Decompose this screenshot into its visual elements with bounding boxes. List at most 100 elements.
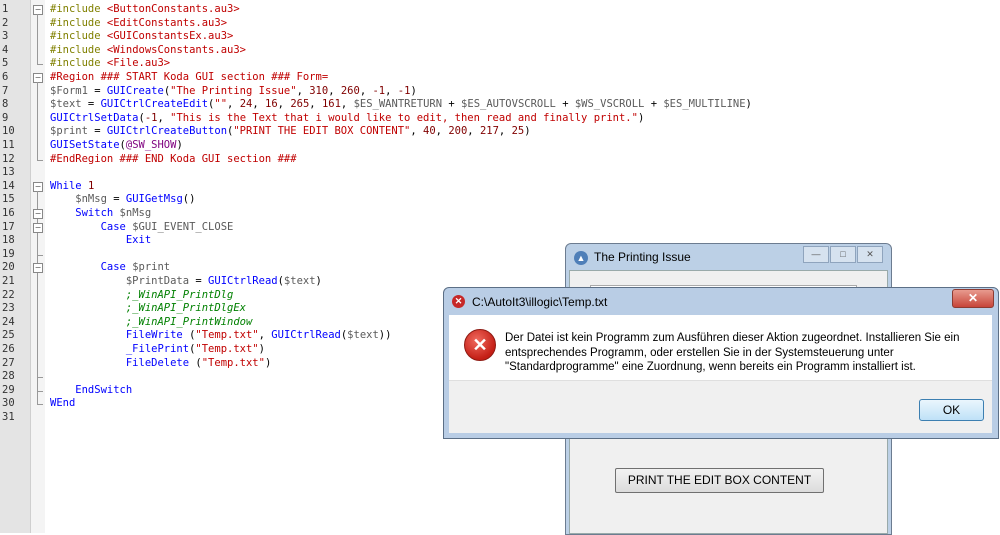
code-token: ,: [498, 125, 512, 138]
fold-toggle-icon[interactable]: −: [33, 222, 43, 233]
fold-toggle-icon[interactable]: −: [33, 209, 43, 219]
code-line[interactable]: EndSwitch: [50, 384, 132, 398]
code-line[interactable]: Switch $nMsg: [50, 207, 151, 221]
code-line[interactable]: #include <EditConstants.au3>: [50, 17, 227, 31]
print-button[interactable]: PRINT THE EDIT BOX CONTENT: [615, 468, 824, 493]
code-line[interactable]: $PrintData = GUICtrlRead($text): [50, 275, 322, 289]
line-number: 8: [2, 98, 9, 111]
code-token: @SW_SHOW: [125, 139, 177, 151]
code-token: "The Printing Issue": [170, 84, 297, 97]
code-token: $print: [50, 125, 88, 138]
code-line[interactable]: FileWrite ("Temp.txt", GUICtrlRead($text…: [50, 329, 392, 343]
code-token: $text: [283, 275, 316, 287]
line-number-gutter: 1 2 3 4 5 6 7 8 9 10 11 12 13 14 15 16 17 18 19 20 21 22 23 24 2…: [0, 0, 31, 533]
code-token: ;_WinAPI_PrintDlg: [50, 288, 234, 301]
line-number: 23: [2, 302, 15, 315]
line-number: 28: [2, 370, 15, 383]
line-number: 10: [2, 125, 15, 138]
code-token: GUISetState: [50, 139, 120, 151]
close-icon[interactable]: ✕: [857, 246, 883, 263]
code-line[interactable]: #Region ### START Koda GUI section ### F…: [50, 71, 328, 85]
code-line[interactable]: $nMsg = GUIGetMsg(): [50, 193, 195, 207]
code-token: "": [214, 98, 228, 111]
line-number: 24: [2, 315, 15, 328]
fold-end-mark: [37, 64, 43, 66]
fold-toggle-icon[interactable]: −: [33, 263, 43, 274]
line-number: 16: [2, 207, 15, 219]
line-number: 20: [2, 261, 15, 274]
fold-toggle-icon[interactable]: −: [33, 181, 43, 192]
code-token: GUICreate: [106, 84, 164, 97]
code-token: GUIGetMsg: [125, 193, 183, 206]
maximize-icon[interactable]: □: [830, 246, 856, 263]
code-line[interactable]: $text = GUICtrlCreateEdit("", 24, 16, 26…: [50, 98, 752, 112]
code-token: ,: [296, 84, 310, 97]
line-number: 6: [2, 71, 9, 83]
line-number: 31: [2, 411, 15, 423]
ok-button[interactable]: OK: [919, 399, 984, 421]
code-token: FileDelete: [50, 356, 190, 369]
code-token: ,: [157, 111, 171, 124]
fold-margin[interactable]: − − − − − −: [31, 0, 45, 533]
code-line[interactable]: Exit: [50, 234, 151, 248]
error-dialog[interactable]: ✕ C:\AutoIt3\illogic\Temp.txt ✕ ✕ Der Da…: [443, 287, 999, 439]
code-line[interactable]: #include <GUIConstantsEx.au3>: [50, 30, 233, 44]
code-token: #include: [50, 30, 107, 43]
code-token: $ES_MULTILINE: [663, 98, 746, 111]
code-token: ,: [258, 329, 272, 342]
code-token: "This is the Text that i would like to e…: [170, 111, 638, 124]
code-line[interactable]: #include <ButtonConstants.au3>: [50, 3, 240, 17]
code-line[interactable]: #include <WindowsConstants.au3>: [50, 44, 246, 58]
code-token: ,: [252, 98, 265, 111]
code-token: #include: [50, 57, 107, 70]
code-token: #EndRegion ### END Koda GUI section ###: [50, 152, 297, 165]
code-token: ;_WinAPI_PrintWindow: [50, 315, 253, 328]
code-token: 265: [290, 98, 310, 111]
code-line[interactable]: _FilePrint("Temp.txt"): [50, 343, 265, 357]
code-token: GUICtrlCreateEdit: [100, 98, 209, 111]
code-line[interactable]: ;_WinAPI_PrintDlgEx: [50, 302, 246, 316]
code-token: 40: [423, 125, 436, 138]
code-token: ): [176, 139, 183, 151]
line-number: 1: [2, 3, 9, 15]
code-line[interactable]: Case $GUI_EVENT_CLOSE: [50, 221, 234, 235]
code-token: ): [524, 125, 531, 138]
code-token: $text: [347, 329, 379, 342]
code-line[interactable]: ;_WinAPI_PrintWindow: [50, 316, 252, 330]
code-line[interactable]: ;_WinAPI_PrintDlg: [50, 289, 233, 303]
line-number: 15: [2, 193, 15, 206]
code-token: $PrintData: [50, 275, 190, 287]
code-token: #include: [50, 43, 107, 56]
code-token: $ES_WANTRETURN: [353, 98, 443, 111]
code-token: $print: [132, 261, 171, 274]
code-token: $nMsg: [50, 193, 107, 206]
code-token: $ES_AUTOVSCROLL: [461, 98, 556, 111]
code-token: ,: [359, 84, 373, 97]
code-line[interactable]: Case $print: [50, 261, 171, 275]
code-line[interactable]: $Form1 = GUICreate("The Printing Issue",…: [50, 85, 417, 99]
error-message: Der Datei ist kein Programm zum Ausführe…: [505, 332, 960, 373]
code-line[interactable]: FileDelete ("Temp.txt"): [50, 357, 271, 371]
code-line[interactable]: While 1: [50, 180, 94, 194]
code-line[interactable]: WEnd: [50, 397, 75, 411]
code-line[interactable]: #EndRegion ### END Koda GUI section ###: [50, 153, 297, 167]
code-token: <EditConstants.au3>: [106, 16, 228, 29]
code-line[interactable]: GUISetState(@SW_SHOW): [50, 139, 183, 153]
code-token: ,: [309, 98, 322, 111]
code-token: -1: [397, 84, 411, 97]
code-line[interactable]: $print = GUICtrlCreateButton("PRINT THE …: [50, 125, 531, 139]
code-token: )): [378, 329, 392, 342]
close-button[interactable]: ✕: [952, 289, 994, 308]
code-token: $text: [50, 98, 82, 111]
code-token: "PRINT THE EDIT BOX CONTENT": [233, 125, 411, 138]
code-token: ,: [277, 98, 291, 111]
fold-toggle-icon[interactable]: −: [33, 5, 43, 15]
code-line[interactable]: #include <File.au3>: [50, 57, 170, 71]
code-token: ,: [328, 84, 341, 97]
code-token: ;_WinAPI_PrintDlgEx: [50, 302, 246, 315]
code-line[interactable]: GUICtrlSetData(-1, "This is the Text tha…: [50, 112, 644, 126]
minimize-icon[interactable]: —: [803, 246, 829, 263]
code-token: FileWrite: [50, 329, 183, 342]
fold-toggle-icon[interactable]: −: [33, 73, 43, 83]
line-number: 14: [2, 179, 15, 192]
